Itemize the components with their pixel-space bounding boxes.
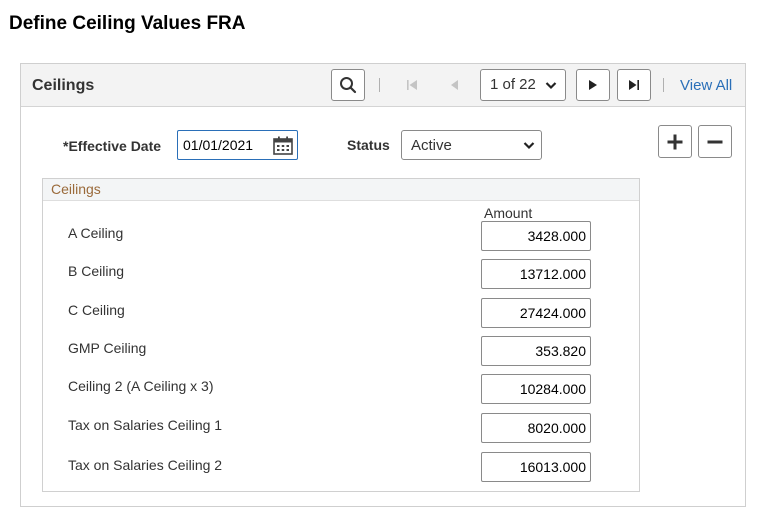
last-page-button[interactable] [617,69,651,101]
calendar-icon[interactable] [273,136,293,155]
ceiling-amount-field[interactable]: 27424.000 [481,298,591,328]
ceiling-row-label: Tax on Salaries Ceiling 1 [68,417,223,433]
ceiling-amount-field[interactable]: 353.820 [481,336,591,366]
ceiling-row-label: C Ceiling [68,302,125,318]
chevron-down-icon [523,142,535,150]
search-icon [340,77,357,94]
next-page-icon [589,80,597,90]
previous-page-icon [451,80,458,90]
effective-date-value: 01/01/2021 [183,137,254,153]
chevron-down-icon [545,82,557,90]
last-page-icon [629,80,639,90]
effective-date-label: *Effective Date [63,138,162,154]
page-number-select[interactable]: 1 of 22 [480,69,566,101]
status-label: Status [347,137,390,153]
next-page-button[interactable] [576,69,610,101]
ceiling-row-label: Tax on Salaries Ceiling 2 [68,457,223,473]
ceiling-row-label: Ceiling 2 (A Ceiling x 3) [68,378,214,394]
delete-row-icon [707,140,723,143]
ceiling-row-label: A Ceiling [68,225,124,241]
ceiling-amount-field[interactable]: 13712.000 [481,259,591,289]
page-number-value: 1 of 22 [490,76,536,93]
add-row-button[interactable] [658,125,692,158]
toolbar-separator [379,78,380,92]
view-all-link[interactable]: View All [680,77,732,94]
group-header: Ceilings [43,179,639,201]
ceiling-amount-field[interactable]: 16013.000 [481,452,591,482]
ceiling-amount-field[interactable]: 8020.000 [481,413,591,443]
first-page-icon [407,80,417,90]
amount-column-header: Amount [484,205,533,221]
first-page-button[interactable] [404,76,420,94]
ceiling-amount-field[interactable]: 3428.000 [481,221,591,251]
group-title: Ceilings [51,181,101,197]
toolbar-separator [663,78,664,92]
ceilings-group: Ceilings Amount A Ceiling 3428.000 B Cei… [42,178,640,492]
add-row-icon [667,134,683,149]
ceiling-row-label: B Ceiling [68,263,125,279]
ceilings-panel: Ceilings 1 of 22 View All *Effective Dat… [20,63,746,507]
previous-page-button[interactable] [446,76,462,94]
delete-row-button[interactable] [698,125,732,158]
ceiling-row-label: GMP Ceiling [68,340,147,356]
status-value: Active [411,137,452,154]
search-button[interactable] [331,69,365,101]
page-title: Define Ceiling Values FRA [9,13,246,34]
panel-header: Ceilings 1 of 22 View All [21,64,745,107]
ceiling-amount-field[interactable]: 10284.000 [481,374,591,404]
status-select[interactable]: Active [401,130,542,160]
effective-date-field[interactable]: 01/01/2021 [177,130,298,160]
panel-title: Ceilings [32,77,95,94]
